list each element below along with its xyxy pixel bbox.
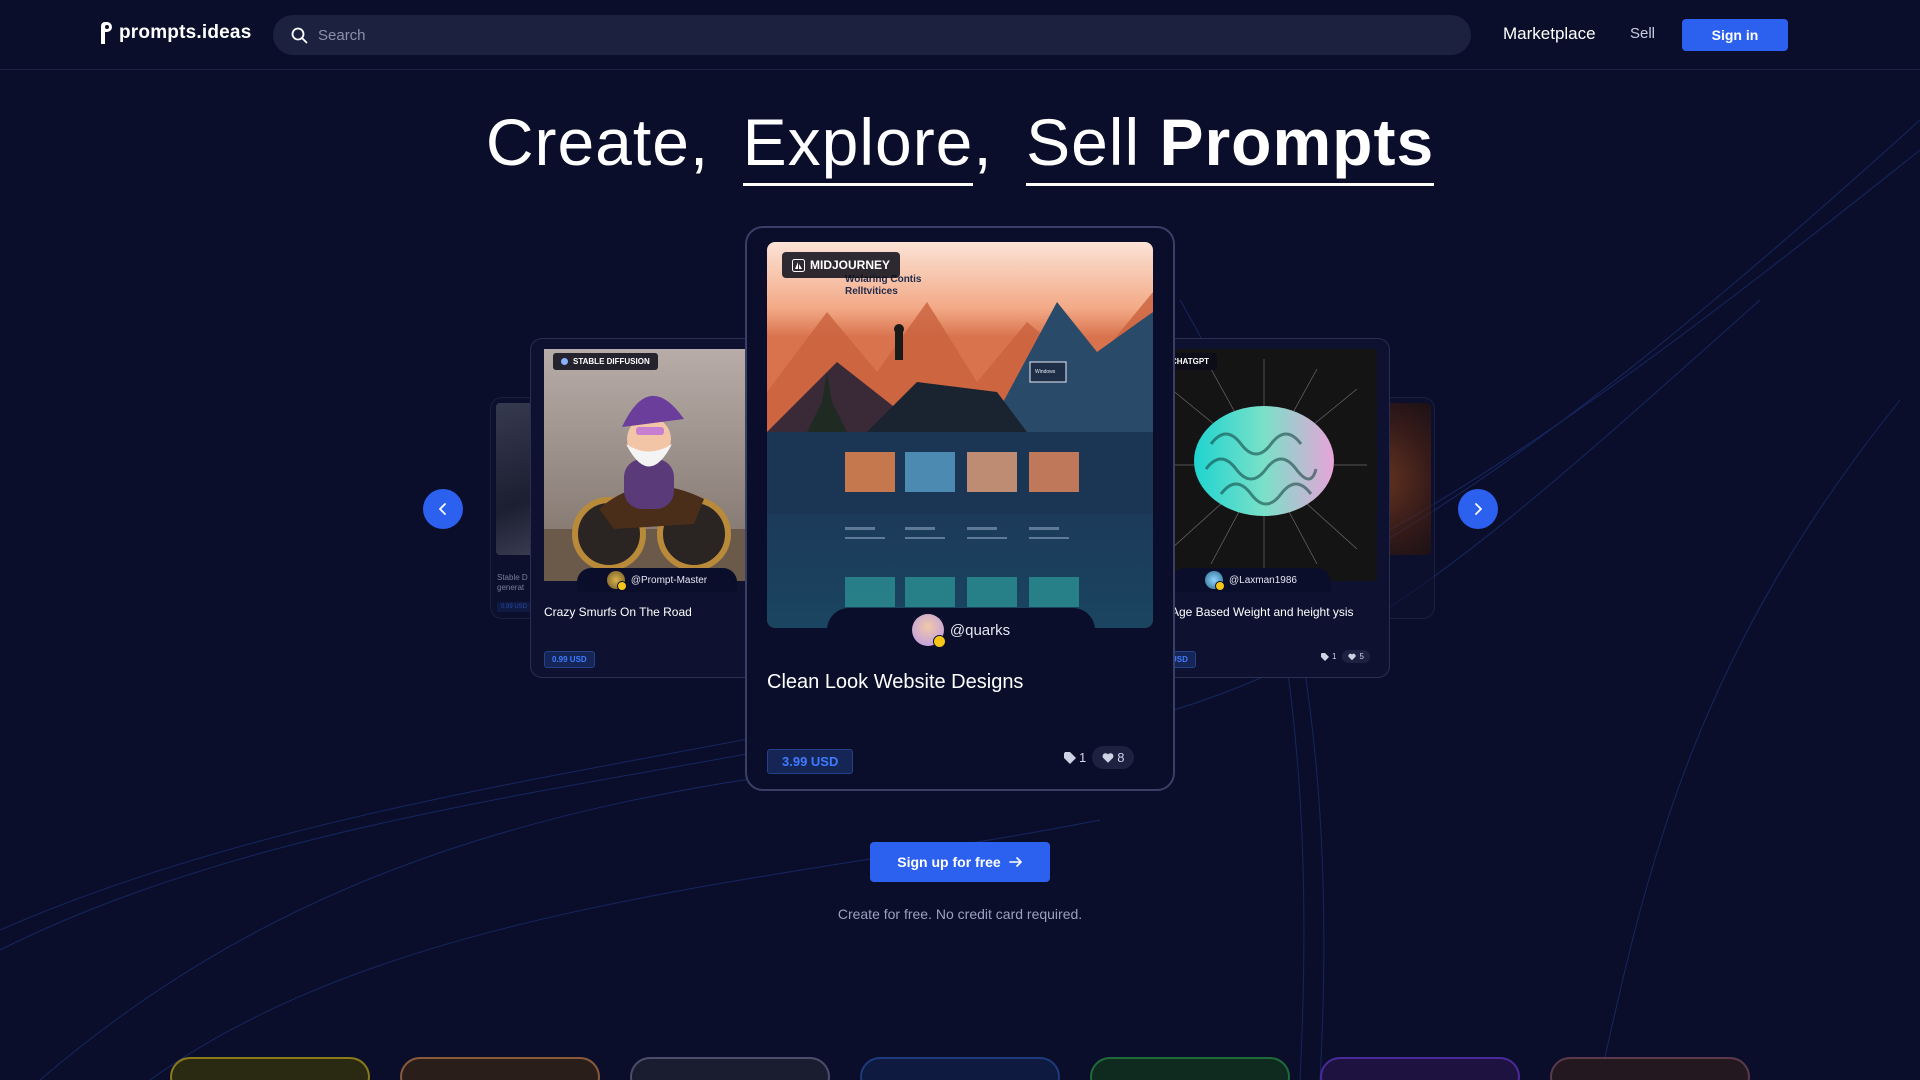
category-pill[interactable] <box>860 1057 1060 1080</box>
hero-create: Create, <box>485 105 710 179</box>
like-count-value: 5 <box>1359 652 1364 661</box>
platform-badge-label: CHATGPT <box>1171 357 1210 366</box>
card-title: Crazy Smurfs On The Road <box>544 605 692 619</box>
arrow-right-icon <box>1008 857 1022 867</box>
category-pill[interactable] <box>1320 1057 1520 1080</box>
hero-heading: Create, Explore, Sell Prompts <box>0 104 1920 186</box>
tag-icon <box>1321 652 1329 661</box>
category-pill[interactable] <box>400 1057 600 1080</box>
card-stats: 1 5 <box>1321 650 1370 663</box>
chevron-left-icon <box>439 503 446 515</box>
category-row <box>0 1057 1920 1080</box>
price-badge: 0.99 USD <box>544 651 595 668</box>
midjourney-icon <box>792 258 805 272</box>
verified-icon <box>616 581 627 591</box>
hero-explore: Explore <box>742 107 974 186</box>
card-image <box>767 242 1153 628</box>
author-pill[interactable]: @Laxman1986 <box>1171 568 1331 592</box>
verified-icon <box>1215 581 1225 591</box>
avatar <box>606 571 627 591</box>
heart-icon <box>1102 752 1114 763</box>
carousel-prev-button[interactable] <box>423 489 463 529</box>
like-count[interactable]: 8 <box>1092 746 1135 769</box>
search-icon <box>291 27 308 43</box>
price-badge: 3.99 USD <box>767 749 854 774</box>
author-name: @Laxman1986 <box>1229 574 1297 586</box>
chevron-right-icon <box>1475 503 1482 515</box>
category-pill[interactable] <box>630 1057 830 1080</box>
platform-badge: MIDJOURNEY <box>782 252 901 278</box>
card-image <box>1151 349 1377 581</box>
image-button-label: Windows <box>1035 369 1056 375</box>
price-badge: 0.99 USD <box>497 602 532 612</box>
sign-up-label: Sign up for free <box>897 854 1001 870</box>
author-pill[interactable]: @Prompt-Master <box>577 568 737 592</box>
like-count-value: 8 <box>1117 750 1125 765</box>
tag-icon <box>1064 751 1076 764</box>
card-title: Clean Look Website Designs <box>767 671 1024 693</box>
platform-badge: STABLE DIFFUSION <box>553 353 658 370</box>
logo-text: prompts.ideas <box>119 22 252 43</box>
nav-sell-link[interactable]: Sell <box>1630 25 1655 42</box>
card-title: Age Based Weight and height ysis <box>1171 605 1354 619</box>
author-pill[interactable]: @quarks <box>827 608 1095 652</box>
hero-sell: Sell <box>1026 105 1141 179</box>
nav-marketplace-link[interactable]: Marketplace <box>1503 24 1596 44</box>
platform-badge-label: STABLE DIFFUSION <box>573 357 650 366</box>
sign-in-button[interactable]: Sign in <box>1682 19 1788 51</box>
logo[interactable]: prompts.ideas <box>99 20 251 46</box>
hero-prompts: Prompts <box>1159 105 1435 179</box>
prompt-card-right[interactable]: CHATGPT @Laxman1986 Age Based Weight and… <box>1150 338 1390 678</box>
author-name: @Prompt-Master <box>630 574 708 586</box>
top-navbar: prompts.ideas Marketplace Sell Sign in <box>0 0 1920 70</box>
category-pill[interactable] <box>1550 1057 1750 1080</box>
logo-icon <box>101 22 112 44</box>
hero-sell-prompts: Sell Prompts <box>1026 105 1435 186</box>
card-image <box>544 349 758 581</box>
category-pill[interactable] <box>1090 1057 1290 1080</box>
tag-count: 1 <box>1321 652 1336 661</box>
tag-count: 1 <box>1064 750 1086 765</box>
like-count[interactable]: 5 <box>1342 650 1370 663</box>
prompt-card-left[interactable]: STABLE DIFFUSION @Prompt-Master Crazy Sm… <box>530 338 770 678</box>
tag-count-value: 1 <box>1332 652 1337 661</box>
card-stats: 1 8 <box>1064 746 1135 769</box>
avatar <box>1205 571 1225 591</box>
author-name: @quarks <box>949 621 1011 639</box>
platform-badge-label: MIDJOURNEY <box>810 258 891 272</box>
carousel-next-button[interactable] <box>1458 489 1498 529</box>
heart-icon <box>1348 653 1357 660</box>
stable-diffusion-icon <box>561 358 568 365</box>
hero-comma: , <box>973 105 993 179</box>
tag-count-value: 1 <box>1079 750 1087 765</box>
sign-up-button[interactable]: Sign up for free <box>870 842 1050 882</box>
prompt-card-featured[interactable]: Wolaring Contis Relltvitices Windows MID… <box>745 226 1175 791</box>
cta-note: Create for free. No credit card required… <box>837 906 1083 922</box>
search-input[interactable] <box>318 26 1418 44</box>
verified-icon <box>932 635 946 648</box>
search-bar[interactable] <box>273 15 1471 55</box>
category-pill[interactable] <box>170 1057 370 1080</box>
avatar <box>911 614 946 648</box>
